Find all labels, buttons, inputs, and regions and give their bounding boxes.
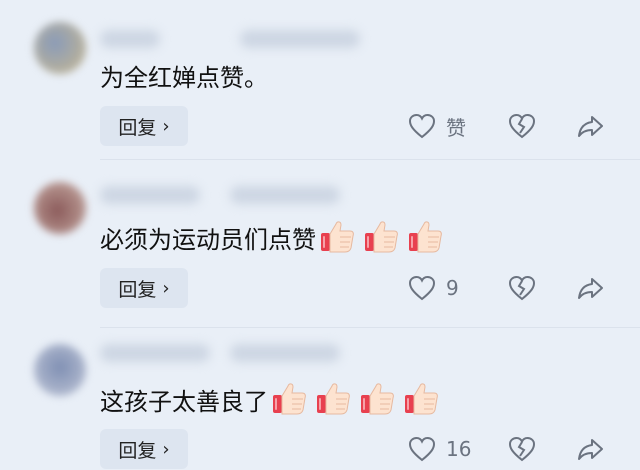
thumbs-up-emoji [362,218,406,262]
reply-button[interactable]: 回复 › [100,268,188,308]
emoji-group [318,218,450,262]
thumbs-up-emoji [402,380,446,424]
broken-heart-icon [508,275,536,301]
chevron-right-icon: › [162,115,170,137]
emoji-group [270,380,446,424]
username-blurred [100,30,160,48]
like-button[interactable]: 16 [408,429,471,469]
chevron-right-icon: › [162,277,170,299]
dislike-button[interactable] [508,268,536,308]
share-button[interactable] [576,429,604,469]
thumbs-up-emoji [358,380,402,424]
like-button[interactable]: 9 [408,268,459,308]
thumbs-up-emoji [270,380,314,424]
share-button[interactable] [576,106,604,146]
heart-outline-icon [408,113,436,139]
comment-item: 为全红婵点赞。 回复 › 赞 [0,0,640,160]
share-button[interactable] [576,268,604,308]
timestamp-blurred [230,186,340,204]
thumbs-up-emoji [314,380,358,424]
thumbs-up-emoji [406,218,450,262]
share-arrow-icon [578,439,603,460]
avatar[interactable] [34,22,86,74]
share-arrow-icon [578,116,603,137]
chevron-right-icon: › [162,438,170,460]
timestamp-blurred [230,344,340,362]
broken-heart-icon [508,436,536,462]
comment-item: 这孩子太善良了 回复 › 16 [0,328,640,470]
dislike-button[interactable] [508,429,536,469]
avatar[interactable] [34,182,86,234]
heart-outline-icon [408,275,436,301]
timestamp-blurred [240,30,360,48]
comment-text: 必须为运动员们点赞 [100,218,450,262]
comment-text: 这孩子太善良了 [100,380,446,424]
like-button[interactable]: 赞 [408,106,466,146]
thumbs-up-emoji [318,218,362,262]
avatar[interactable] [34,344,86,396]
username-blurred [100,344,210,362]
reply-button[interactable]: 回复 › [100,429,188,469]
comment-text: 为全红婵点赞。 [100,64,268,92]
heart-outline-icon [408,436,436,462]
comment-item: 必须为运动员们点赞 回复 › 9 [0,160,640,328]
dislike-button[interactable] [508,106,536,146]
reply-button[interactable]: 回复 › [100,106,188,146]
share-arrow-icon [578,278,603,299]
username-blurred [100,186,200,204]
broken-heart-icon [508,113,536,139]
